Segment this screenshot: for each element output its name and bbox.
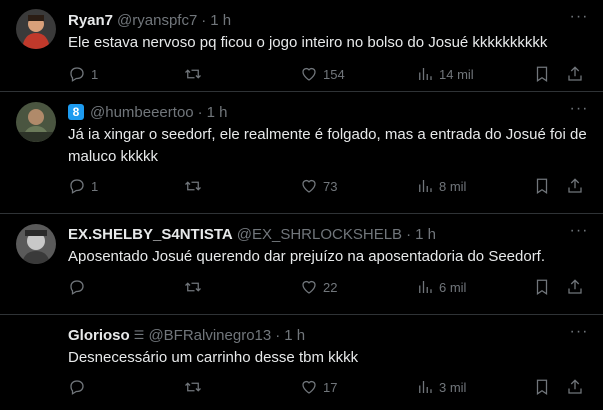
user-handle[interactable]: @EX_SHRLOCKSHELB	[237, 226, 402, 243]
like-icon	[302, 280, 316, 294]
share-button[interactable]	[566, 278, 584, 296]
share-icon	[568, 178, 582, 193]
retweet-button[interactable]	[184, 278, 202, 296]
views-button[interactable]: 6 mil	[416, 278, 466, 296]
retweet-icon	[185, 181, 201, 191]
timestamp[interactable]: 1 h	[415, 226, 436, 243]
bookmark-icon	[536, 279, 548, 295]
tweet-text: Aposentado Josué querendo dar prejuízo n…	[68, 248, 546, 265]
more-icon[interactable]: ···	[569, 324, 589, 345]
separator-dot: ·	[201, 11, 207, 29]
user-badge: 8	[68, 104, 84, 120]
like-count: 22	[323, 279, 338, 295]
view-count: 3 mil	[439, 379, 467, 395]
display-name[interactable]: EX.SHELBY_S4NTISTA	[68, 226, 233, 243]
more-icon[interactable]: ···	[569, 9, 589, 30]
views-button[interactable]: 14 mil	[416, 65, 474, 83]
bookmark-button[interactable]	[533, 378, 551, 396]
view-count: 14 mil	[439, 66, 474, 82]
views-icon	[419, 281, 432, 293]
views-icon	[419, 180, 432, 192]
tweet[interactable]: Glorioso ☰ @BFRalvinegro13 · 1 h ··· Des…	[0, 315, 603, 410]
tweet[interactable]: Ryan7 @ryanspfc7 · 1 h ··· Ele estava ne…	[0, 0, 603, 92]
separator-dot: ·	[197, 103, 203, 121]
retweet-button[interactable]	[184, 65, 202, 83]
like-icon	[302, 67, 316, 81]
reply-icon	[70, 280, 84, 295]
reply-count: 1	[91, 66, 99, 82]
tweet-text: Já ia xingar o seedorf, ele realmente é …	[68, 126, 587, 165]
bookmark-button[interactable]	[533, 65, 551, 83]
separator-dot: ·	[406, 225, 412, 243]
tweet-header: Ryan7 @ryanspfc7 · 1 h	[68, 10, 589, 30]
tweet-text: Desnecessário um carrinho desse tbm kkkk	[68, 349, 359, 366]
display-name[interactable]: Ryan7	[68, 12, 113, 29]
user-handle[interactable]: @humbeeertoo	[90, 104, 194, 121]
avatar[interactable]	[16, 9, 56, 49]
timestamp[interactable]: 1 h	[284, 327, 305, 344]
retweet-icon	[185, 69, 201, 79]
reply-button[interactable]	[68, 278, 86, 296]
view-count: 6 mil	[439, 279, 467, 295]
tweet[interactable]: EX.SHELBY_S4NTISTA @EX_SHRLOCKSHELB · 1 …	[0, 214, 603, 315]
user-handle[interactable]: @BFRalvinegro13	[148, 327, 271, 344]
retweet-button[interactable]	[184, 378, 202, 396]
display-name[interactable]: Glorioso	[68, 327, 130, 344]
bookmark-button[interactable]	[533, 177, 551, 195]
views-icon	[419, 381, 432, 393]
reply-count: 1	[91, 178, 99, 194]
like-button[interactable]: 154	[300, 65, 345, 83]
reply-icon	[70, 380, 84, 395]
flag-icon: ☰	[133, 328, 145, 342]
reply-icon	[70, 67, 84, 82]
timestamp[interactable]: 1 h	[210, 12, 231, 29]
reply-button[interactable]: 1	[68, 65, 98, 83]
tweet-header: 8 @humbeeertoo · 1 h	[68, 102, 589, 122]
tweet[interactable]: 8 @humbeeertoo · 1 h ··· Já ia xingar o …	[0, 92, 603, 214]
avatar[interactable]	[16, 325, 56, 365]
like-button[interactable]: 22	[300, 278, 337, 296]
tweet-text: Ele estava nervoso pq ficou o jogo intei…	[68, 34, 548, 51]
separator-dot: ·	[275, 326, 281, 344]
like-count: 154	[323, 66, 345, 82]
timestamp[interactable]: 1 h	[207, 104, 228, 121]
retweet-icon	[185, 382, 201, 392]
view-count: 8 mil	[439, 178, 467, 194]
bookmark-icon	[536, 379, 548, 395]
share-icon	[568, 66, 582, 81]
views-button[interactable]: 8 mil	[416, 177, 466, 195]
views-button[interactable]: 3 mil	[416, 378, 466, 396]
like-button[interactable]: 17	[300, 378, 337, 396]
reply-button[interactable]: 1	[68, 177, 98, 195]
avatar[interactable]	[16, 224, 56, 264]
user-handle[interactable]: @ryanspfc7	[117, 12, 197, 29]
share-icon	[568, 379, 582, 394]
like-icon	[302, 179, 316, 193]
retweet-button[interactable]	[184, 177, 202, 195]
like-count: 73	[323, 178, 338, 194]
avatar[interactable]	[16, 102, 56, 142]
share-icon	[568, 279, 582, 294]
retweet-icon	[185, 282, 201, 292]
bookmark-button[interactable]	[533, 278, 551, 296]
reply-icon	[70, 179, 84, 194]
bookmark-icon	[536, 178, 548, 194]
like-icon	[302, 380, 316, 394]
tweet-header: EX.SHELBY_S4NTISTA @EX_SHRLOCKSHELB · 1 …	[68, 224, 589, 244]
like-button[interactable]: 73	[300, 177, 337, 195]
more-icon[interactable]: ···	[569, 101, 589, 122]
share-button[interactable]	[566, 177, 584, 195]
like-count: 17	[323, 379, 338, 395]
share-button[interactable]	[566, 378, 584, 396]
views-icon	[419, 68, 432, 80]
reply-button[interactable]	[68, 378, 86, 396]
more-icon[interactable]: ···	[569, 223, 589, 244]
share-button[interactable]	[566, 65, 584, 83]
tweet-header: Glorioso ☰ @BFRalvinegro13 · 1 h	[68, 325, 589, 345]
bookmark-icon	[536, 66, 548, 82]
